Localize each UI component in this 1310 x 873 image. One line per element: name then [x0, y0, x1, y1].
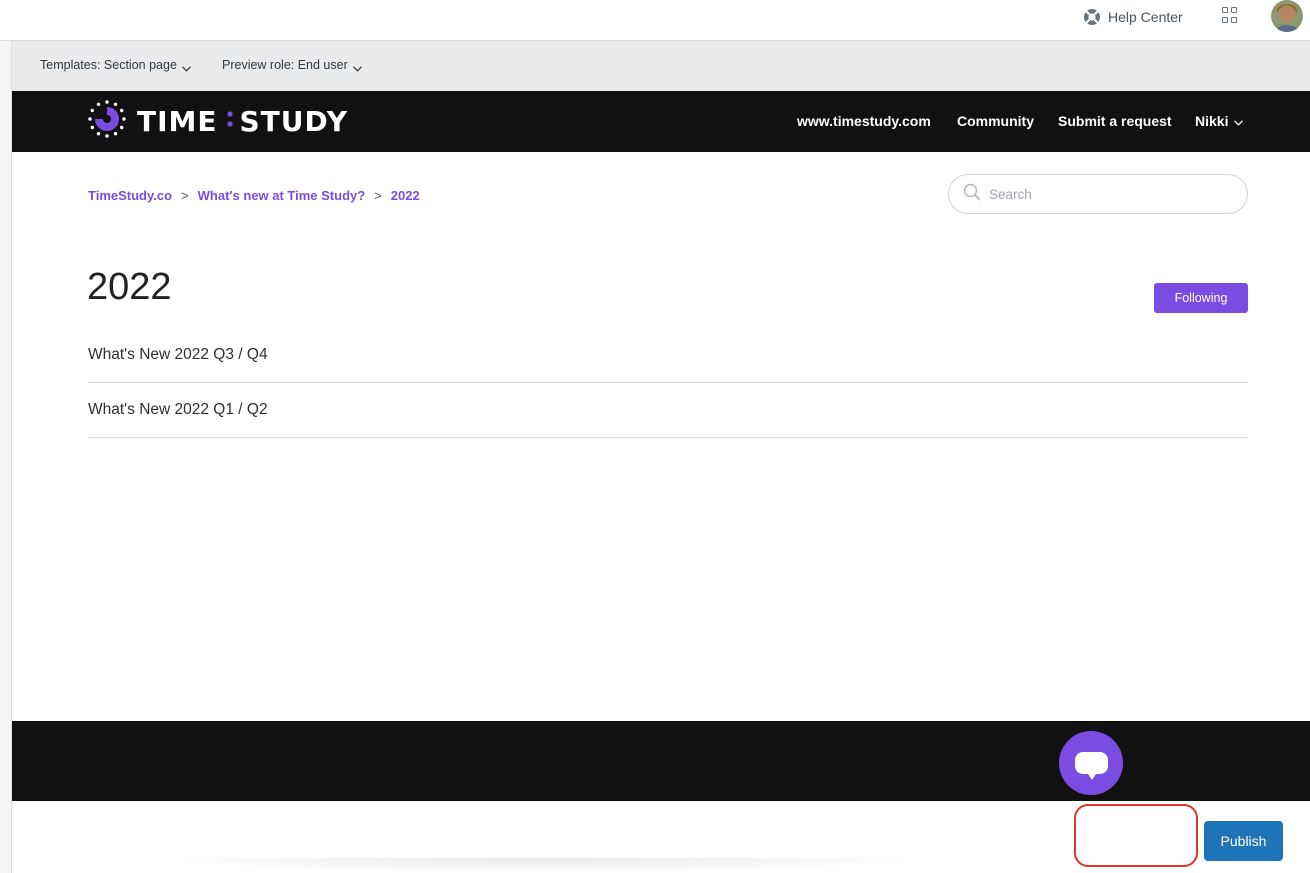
breadcrumb-item-home[interactable]: TimeStudy.co: [88, 188, 172, 203]
logo-study-text: STUDY: [239, 104, 348, 138]
nav-community-link[interactable]: Community: [957, 113, 1034, 129]
list-item[interactable]: What's New 2022 Q1 / Q2: [88, 383, 1248, 438]
nav-website-link[interactable]: www.timestudy.com: [797, 113, 931, 129]
breadcrumb-separator: >: [374, 188, 382, 203]
article-link[interactable]: What's New 2022 Q1 / Q2: [88, 401, 268, 419]
chevron-down-icon: [181, 61, 191, 72]
breadcrumb-item-category[interactable]: What's new at Time Study?: [198, 188, 366, 203]
article-link[interactable]: What's New 2022 Q3 / Q4: [88, 346, 268, 364]
highlight-annotation: [1074, 804, 1198, 867]
logo-time-text: TIME: [137, 104, 218, 138]
user-name: Nikki: [1195, 113, 1229, 129]
following-button[interactable]: Following: [1154, 283, 1248, 313]
help-center-link[interactable]: Help Center: [1083, 6, 1183, 28]
preview-role-label: Preview role: End user: [222, 58, 348, 72]
app-window: Help Center Templates: Section page Prev…: [0, 0, 1310, 873]
chevron-down-icon: [1234, 113, 1244, 129]
time-study-logo[interactable]: TIME STUDY: [87, 99, 348, 140]
site-header: TIME STUDY www.timestudy.com Community S…: [12, 91, 1310, 152]
user-menu[interactable]: Nikki: [1195, 113, 1244, 129]
clock-logo-icon: [87, 99, 127, 144]
breadcrumb: TimeStudy.co > What's new at Time Study?…: [88, 188, 420, 203]
avatar[interactable]: [1271, 0, 1303, 32]
search-box[interactable]: [948, 174, 1248, 214]
top-admin-bar: Help Center: [0, 0, 1310, 41]
help-center-label: Help Center: [1108, 9, 1183, 25]
logo-colon: [226, 108, 233, 134]
list-item[interactable]: What's New 2022 Q3 / Q4: [88, 328, 1248, 383]
chat-icon: [1074, 752, 1108, 780]
preview-role-dropdown[interactable]: Preview role: End user: [222, 58, 362, 72]
article-list: What's New 2022 Q3 / Q4 What's New 2022 …: [88, 328, 1248, 438]
left-sidebar-strip: [0, 41, 12, 873]
nav-submit-request-link[interactable]: Submit a request: [1058, 113, 1172, 129]
lifebuoy-icon: [1083, 8, 1101, 26]
search-icon: [963, 183, 981, 206]
templates-dropdown[interactable]: Templates: Section page: [40, 58, 191, 72]
templates-label: Templates: Section page: [40, 58, 177, 72]
grid-icon[interactable]: [1222, 7, 1238, 23]
breadcrumb-separator: >: [181, 188, 189, 203]
breadcrumb-item-section[interactable]: 2022: [391, 188, 420, 203]
chevron-down-icon: [352, 61, 362, 72]
page-title: 2022: [87, 266, 172, 308]
chat-launcher-button[interactable]: [1059, 731, 1123, 795]
preview-toolbar: Templates: Section page Preview role: En…: [12, 41, 1310, 91]
search-input[interactable]: [989, 186, 1229, 202]
publish-button[interactable]: Publish: [1204, 821, 1283, 861]
bottom-shadow: [150, 858, 930, 873]
